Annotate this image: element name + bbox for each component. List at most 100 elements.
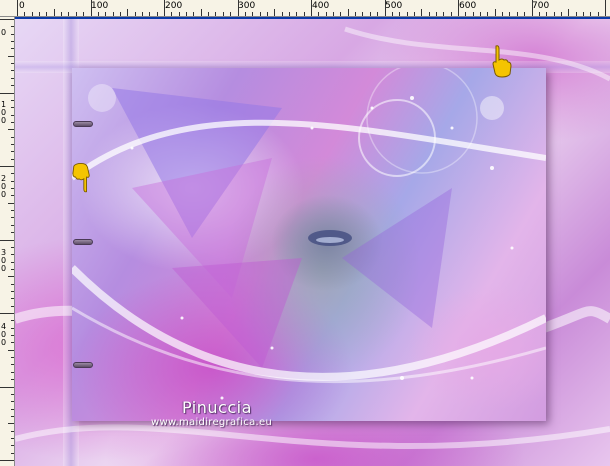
ruler-tick <box>11 70 14 72</box>
ruler-tick <box>531 0 533 16</box>
ruler-tick <box>149 12 151 16</box>
ruler-tick <box>318 12 320 16</box>
ruler-tick <box>274 9 276 16</box>
ruler-tick <box>97 12 99 16</box>
ruler-tick <box>11 114 14 116</box>
ruler-tick <box>11 121 14 123</box>
ruler-tick <box>11 357 14 359</box>
frame-tab <box>73 362 93 368</box>
artwork-frame <box>72 68 546 421</box>
ruler-tick <box>11 180 14 182</box>
ruler-tick <box>421 9 423 16</box>
ruler-tick <box>11 430 14 432</box>
ruler-tick <box>391 12 393 16</box>
ruler-tick <box>244 12 246 16</box>
ruler-tick <box>458 0 459 16</box>
ruler-tick <box>11 224 14 226</box>
ruler-tick <box>538 12 540 16</box>
ruler-tick <box>90 0 92 16</box>
ruler-tick <box>259 12 261 16</box>
ruler-tick <box>11 143 14 145</box>
ruler-tick <box>112 12 114 16</box>
ruler-tick <box>11 261 14 263</box>
ruler-tick <box>281 12 283 16</box>
ruler-tick <box>11 305 14 307</box>
ruler-tick <box>252 12 254 16</box>
ruler-tick <box>266 12 268 16</box>
frame-tab <box>73 239 93 245</box>
ruler-tick <box>186 12 188 16</box>
ruler-tick <box>465 12 467 16</box>
ruler-label: 100 <box>91 1 109 11</box>
ruler-tick <box>0 460 14 461</box>
ruler-label: 300 <box>1 248 7 273</box>
ruler-tick <box>11 99 14 101</box>
ruler-tick <box>105 12 107 16</box>
ruler-tick <box>8 129 14 131</box>
ruler-label: 200 <box>165 1 183 11</box>
ruler-tick <box>11 393 14 395</box>
artist-website: www.maidiregrafica.eu <box>151 417 273 428</box>
ruler-tick <box>8 349 14 351</box>
ruler-tick <box>8 423 14 425</box>
ruler-tick <box>11 342 14 344</box>
ruler-tick <box>296 12 298 16</box>
ruler-tick <box>208 12 210 16</box>
ruler-tick <box>11 85 14 87</box>
ruler-tick <box>11 210 14 212</box>
ruler-tick <box>11 371 14 373</box>
ruler-tick <box>193 12 195 16</box>
ruler-tick <box>11 320 14 322</box>
ruler-tick <box>384 0 386 16</box>
ruler-tick <box>200 9 202 16</box>
ruler-tick <box>11 327 14 329</box>
ruler-tick <box>0 386 14 388</box>
ruler-tick <box>8 276 14 278</box>
ruler-tick <box>11 33 14 35</box>
ruler-tick <box>11 158 14 160</box>
ruler-tick <box>311 0 312 16</box>
ruler-tick <box>435 12 437 16</box>
ruler-tick <box>11 48 14 50</box>
ruler-tick <box>8 202 14 204</box>
ruler-tick <box>494 9 496 16</box>
ruler-tick <box>605 0 606 16</box>
ruler-tick <box>546 12 548 16</box>
ruler-tick <box>406 12 408 16</box>
ruler-tick <box>11 415 14 417</box>
ruler-tick <box>156 12 158 16</box>
artist-signature: Pinuccia <box>182 398 252 417</box>
ruler-tick <box>68 12 70 16</box>
ruler-label: 600 <box>459 1 477 11</box>
ruler-tick <box>355 12 357 16</box>
ruler-tick <box>11 136 14 138</box>
ruler-tick <box>11 41 14 43</box>
ruler-tick <box>11 254 14 256</box>
ruler-tick <box>568 9 570 16</box>
ruler-tick <box>11 298 14 300</box>
ruler-tick <box>61 12 63 16</box>
ruler-tick <box>11 77 14 79</box>
ruler-tick <box>11 335 14 337</box>
ruler-tick <box>590 12 592 16</box>
ruler-tick <box>413 12 415 16</box>
ruler-label: 300 <box>238 1 256 11</box>
ruler-tick <box>575 12 577 16</box>
ruler-label: 400 <box>312 1 330 11</box>
ruler-tick <box>75 12 77 16</box>
ruler-tick <box>553 12 555 16</box>
ruler-tick <box>11 408 14 410</box>
ruler-tick <box>11 401 14 403</box>
ruler-tick <box>428 12 430 16</box>
ruler-tick <box>11 217 14 219</box>
ruler-tick <box>11 364 14 366</box>
ruler-tick <box>46 12 48 16</box>
ruler-tick <box>39 12 41 16</box>
ruler-tick <box>347 9 349 16</box>
ruler-tick <box>11 379 14 381</box>
ruler-tick <box>0 313 14 314</box>
ruler-tick <box>399 12 401 16</box>
ruler-tick <box>11 107 14 109</box>
ruler-tick <box>119 12 121 16</box>
ruler-tick <box>472 12 474 16</box>
